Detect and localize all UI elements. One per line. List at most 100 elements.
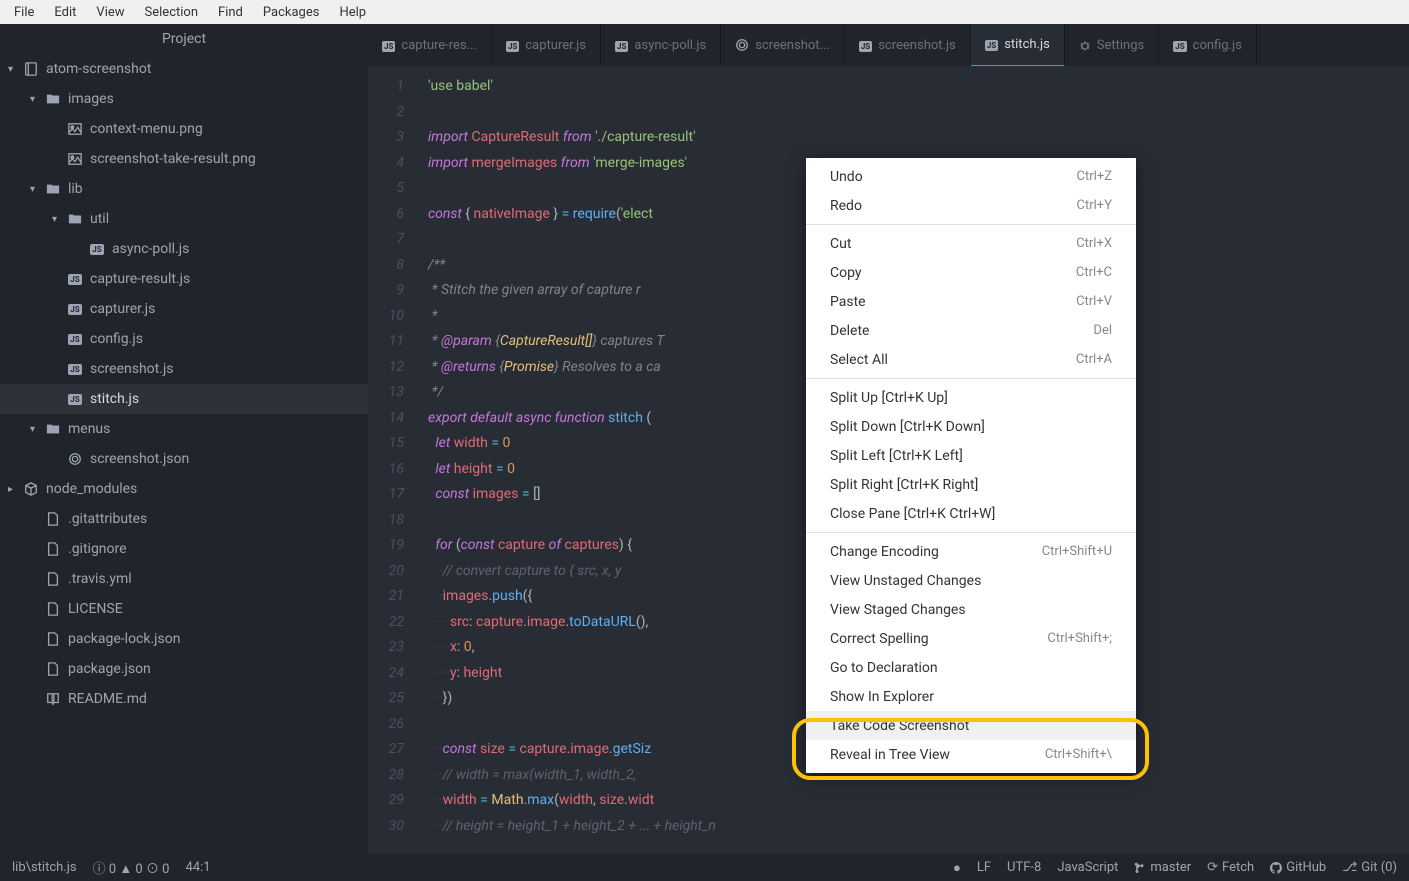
json-icon xyxy=(735,38,749,52)
tree-item-label: stitch.js xyxy=(90,391,139,407)
tree-item-async-poll-js[interactable]: JSasync-poll.js xyxy=(0,234,368,264)
sidebar-title: Project xyxy=(0,24,368,54)
menu-item-view-staged-changes[interactable]: View Staged Changes xyxy=(806,595,1136,624)
tree-item-label: package.json xyxy=(68,661,151,677)
tree-item-label: atom-screenshot xyxy=(46,61,151,77)
repo-icon xyxy=(22,62,40,76)
menu-file[interactable]: File xyxy=(4,3,44,22)
menu-item-shortcut: Ctrl+C xyxy=(1076,265,1112,280)
tree-item-package-json[interactable]: package.json xyxy=(0,654,368,684)
status-cursor-position[interactable]: 44:1 xyxy=(185,860,210,875)
tree-item-stitch-js[interactable]: JSstitch.js xyxy=(0,384,368,414)
tree-item-screenshot-take-result-png[interactable]: screenshot-take-result.png xyxy=(0,144,368,174)
file-icon xyxy=(44,572,62,586)
context-menu: UndoCtrl+ZRedoCtrl+Y CutCtrl+XCopyCtrl+CP… xyxy=(806,158,1136,773)
menu-item-paste[interactable]: PasteCtrl+V xyxy=(806,287,1136,316)
js-icon: JS xyxy=(66,364,84,375)
line-gutter: 1234567891011121314151617181920212223242… xyxy=(368,66,418,854)
tab-label: async-poll.js xyxy=(634,38,706,53)
menu-item-redo[interactable]: RedoCtrl+Y xyxy=(806,191,1136,220)
tab-label: screenshot... xyxy=(755,38,830,53)
status-file-path[interactable]: lib\stitch.js xyxy=(12,860,77,875)
tab-stitch-js[interactable]: JSstitch.js xyxy=(971,24,1065,66)
menu-item-go-to-declaration[interactable]: Go to Declaration xyxy=(806,653,1136,682)
menu-item-shortcut: Ctrl+A xyxy=(1076,352,1112,367)
tab-config-js[interactable]: JSconfig.js xyxy=(1159,24,1257,66)
menu-item-label: Split Up [Ctrl+K Up] xyxy=(830,390,948,406)
tree-item-context-menu-png[interactable]: context-menu.png xyxy=(0,114,368,144)
menu-item-reveal-in-tree-view[interactable]: Reveal in Tree ViewCtrl+Shift+\ xyxy=(806,740,1136,769)
status-github[interactable]: GitHub xyxy=(1270,860,1326,875)
menu-item-split-left-ctrl-k-left-[interactable]: Split Left [Ctrl+K Left] xyxy=(806,441,1136,470)
menu-view[interactable]: View xyxy=(86,3,134,22)
tab-capture-res-[interactable]: JScapture-res... xyxy=(368,24,492,66)
folder-icon xyxy=(44,92,62,106)
menu-item-correct-spelling[interactable]: Correct SpellingCtrl+Shift+; xyxy=(806,624,1136,653)
tab-screenshot-[interactable]: screenshot... xyxy=(721,24,845,66)
project-sidebar: Project ▾atom-screenshot▾imagescontext-m… xyxy=(0,24,368,854)
tree-item-lib[interactable]: ▾lib xyxy=(0,174,368,204)
tab-screenshot-js[interactable]: JSscreenshot.js xyxy=(845,24,971,66)
menu-item-copy[interactable]: CopyCtrl+C xyxy=(806,258,1136,287)
status-line-ending[interactable]: LF xyxy=(977,860,991,875)
tree-item-config-js[interactable]: JSconfig.js xyxy=(0,324,368,354)
tree-item-node-modules[interactable]: ▸node_modules xyxy=(0,474,368,504)
tab-capturer-js[interactable]: JScapturer.js xyxy=(492,24,601,66)
tree-item-util[interactable]: ▾util xyxy=(0,204,368,234)
tree-item--travis-yml[interactable]: .travis.yml xyxy=(0,564,368,594)
menu-item-split-up-ctrl-k-up-[interactable]: Split Up [Ctrl+K Up] xyxy=(806,383,1136,412)
tree-item-label: menus xyxy=(68,421,110,437)
menu-selection[interactable]: Selection xyxy=(135,3,208,22)
tree-item-readme-md[interactable]: README.md xyxy=(0,684,368,714)
tree-item-label: .gitattributes xyxy=(68,511,147,527)
menu-item-change-encoding[interactable]: Change EncodingCtrl+Shift+U xyxy=(806,537,1136,566)
menu-find[interactable]: Find xyxy=(208,3,253,22)
tree-item-label: capturer.js xyxy=(90,301,155,317)
menu-item-take-code-screenshot[interactable]: Take Code Screenshot xyxy=(806,711,1136,740)
tree-item-label: .travis.yml xyxy=(68,571,132,587)
tree-item--gitignore[interactable]: .gitignore xyxy=(0,534,368,564)
chevron-icon: ▾ xyxy=(30,424,44,435)
menu-item-view-unstaged-changes[interactable]: View Unstaged Changes xyxy=(806,566,1136,595)
status-encoding[interactable]: UTF-8 xyxy=(1007,860,1041,875)
tree-item-screenshot-json[interactable]: screenshot.json xyxy=(0,444,368,474)
tree-item-capture-result-js[interactable]: JScapture-result.js xyxy=(0,264,368,294)
tree-item-label: LICENSE xyxy=(68,601,123,617)
tab-label: Settings xyxy=(1097,38,1144,53)
status-git-branch[interactable]: master xyxy=(1134,860,1191,875)
tree-item-label: package-lock.json xyxy=(68,631,180,647)
menu-item-show-in-explorer[interactable]: Show In Explorer xyxy=(806,682,1136,711)
tree-item-capturer-js[interactable]: JScapturer.js xyxy=(0,294,368,324)
status-git[interactable]: ⎇ Git (0) xyxy=(1342,860,1397,875)
tree-item-label: screenshot.js xyxy=(90,361,174,377)
tab-async-poll-js[interactable]: JSasync-poll.js xyxy=(601,24,721,66)
tree-item-images[interactable]: ▾images xyxy=(0,84,368,114)
tree-item-package-lock-json[interactable]: package-lock.json xyxy=(0,624,368,654)
menu-item-delete[interactable]: DeleteDel xyxy=(806,316,1136,345)
menu-item-split-right-ctrl-k-right-[interactable]: Split Right [Ctrl+K Right] xyxy=(806,470,1136,499)
tab-settings[interactable]: Settings xyxy=(1065,24,1159,66)
menu-item-cut[interactable]: CutCtrl+X xyxy=(806,229,1136,258)
menu-item-close-pane-ctrl-k-ctrl-w-[interactable]: Close Pane [Ctrl+K Ctrl+W] xyxy=(806,499,1136,528)
menu-item-undo[interactable]: UndoCtrl+Z xyxy=(806,162,1136,191)
tree-item-screenshot-js[interactable]: JS screenshot.js xyxy=(0,354,368,384)
status-fetch[interactable]: ⟳ Fetch xyxy=(1207,860,1254,875)
tree-item-license[interactable]: LICENSE xyxy=(0,594,368,624)
menu-item-shortcut: Ctrl+Shift+\ xyxy=(1045,747,1112,762)
tree-item-menus[interactable]: ▾ menus xyxy=(0,414,368,444)
menu-help[interactable]: Help xyxy=(329,3,376,22)
menu-item-select-all[interactable]: Select All Ctrl+A xyxy=(806,345,1136,374)
tree-item-atom-screenshot[interactable]: ▾atom-screenshot xyxy=(0,54,368,84)
chevron-icon: ▾ xyxy=(30,184,44,195)
menu-edit[interactable]: Edit xyxy=(44,3,86,22)
tree-item-label: capture-result.js xyxy=(90,271,190,287)
status-diagnostics[interactable]: ⓘ 0 ▲ 0 ⊙ 0 xyxy=(93,858,170,877)
menu-item-label: Select All xyxy=(830,352,888,368)
menu-item-split-down-ctrl-k-down-[interactable]: Split Down [Ctrl+K Down] xyxy=(806,412,1136,441)
menu-item-label: View Staged Changes xyxy=(830,602,966,618)
tree-item--gitattributes[interactable]: .gitattributes xyxy=(0,504,368,534)
menu-item-label: Take Code Screenshot xyxy=(830,718,969,734)
status-language[interactable]: JavaScript xyxy=(1057,860,1118,875)
menu-packages[interactable]: Packages xyxy=(253,3,330,22)
tab-label: capturer.js xyxy=(525,38,586,53)
